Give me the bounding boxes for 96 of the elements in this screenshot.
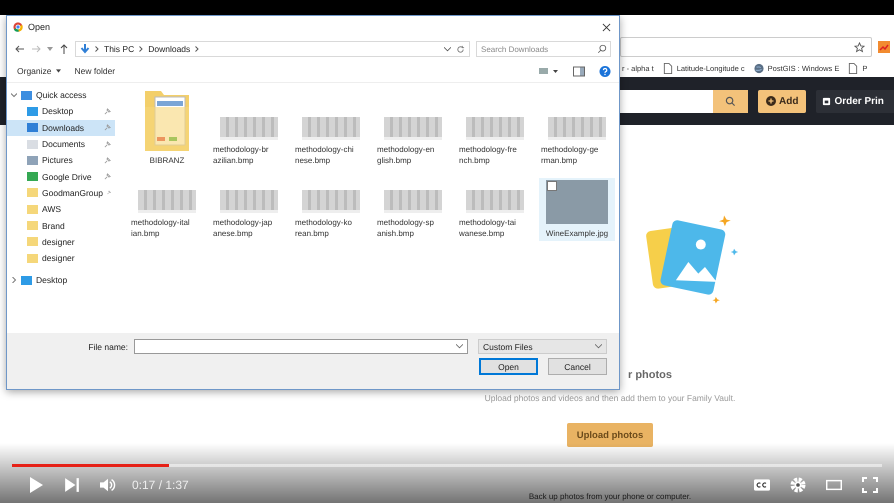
chevron-icon[interactable] <box>95 46 99 52</box>
help-icon[interactable] <box>599 66 611 76</box>
sidebar-item[interactable]: AWS <box>7 201 115 218</box>
thumbnail-image[interactable] <box>466 190 524 213</box>
sidebar-item[interactable]: Pictures <box>7 152 115 168</box>
add-button[interactable]: Add <box>758 90 806 112</box>
caret-icon <box>56 69 60 73</box>
fullscreen-icon[interactable] <box>862 477 878 493</box>
file-name[interactable]: methodology-sp anish.bmp <box>377 217 449 239</box>
thumbnail-image[interactable] <box>220 117 278 140</box>
page-icon <box>662 62 673 74</box>
file-type-dropdown[interactable]: Custom Files <box>478 339 607 354</box>
thumbnail-image[interactable] <box>384 117 442 140</box>
thumbnail-image[interactable] <box>220 190 278 213</box>
page-icon <box>848 62 858 74</box>
close-icon[interactable] <box>602 22 611 32</box>
captions-icon[interactable] <box>754 477 770 493</box>
checkbox[interactable] <box>547 181 557 191</box>
new-folder-button[interactable]: New folder <box>74 66 116 76</box>
forward-arrow-icon[interactable] <box>31 44 41 54</box>
folder-icon <box>27 188 38 198</box>
sidebar-item[interactable]: designer <box>7 234 115 250</box>
folder-icon <box>27 254 38 263</box>
sidebar-item[interactable]: GoodmanGroup <box>7 184 115 202</box>
dialog-title: Open <box>28 22 50 32</box>
refresh-icon[interactable] <box>456 44 465 54</box>
file-name[interactable]: methodology-en glish.bmp <box>377 144 449 166</box>
search-button[interactable] <box>713 90 748 112</box>
back-arrow-icon[interactable] <box>15 44 25 54</box>
search-icon <box>725 96 736 106</box>
play-icon[interactable] <box>28 477 44 493</box>
theater-mode-icon[interactable] <box>826 477 842 493</box>
file-name[interactable]: methodology-ge rman.bmp <box>541 144 613 166</box>
sidebar-item[interactable]: Google Drive <box>7 168 115 185</box>
sidebar-item[interactable]: Desktop <box>7 103 115 120</box>
file-name[interactable]: methodology-br azilian.bmp <box>213 144 285 166</box>
page-heading: r photos <box>628 369 672 381</box>
upload-description: Upload photos and videos and then add them to your Family Vault. <box>484 393 736 403</box>
search-field[interactable]: Search Downloads <box>476 41 611 57</box>
order-prints-button[interactable]: Order Prin <box>816 90 894 112</box>
extension-icon[interactable] <box>878 41 890 53</box>
up-arrow-icon[interactable] <box>59 44 69 54</box>
thumbnail-image[interactable] <box>302 117 360 140</box>
desktop-icon <box>21 276 32 285</box>
print-icon <box>822 96 832 106</box>
chevron-icon[interactable] <box>11 92 17 98</box>
search-field[interactable] <box>620 90 713 112</box>
app-logo-icon <box>13 22 23 32</box>
cancel-button[interactable]: Cancel <box>548 358 607 375</box>
sidebar-item[interactable]: Brand <box>7 217 115 234</box>
sidebar-item[interactable]: designer <box>7 250 115 266</box>
search-icon[interactable] <box>597 44 607 54</box>
volume-icon[interactable] <box>100 477 116 493</box>
chevron-icon[interactable] <box>11 277 17 284</box>
download-arrow-icon <box>80 44 90 54</box>
sidebar-item[interactable]: Desktop <box>7 272 115 289</box>
thumbnail-image[interactable] <box>302 190 360 213</box>
file-name[interactable]: methodology-ko rean.bmp <box>295 217 367 239</box>
address-field[interactable]: This PC Downloads <box>75 41 470 57</box>
file-name[interactable]: methodology-ital ian.bmp <box>131 217 203 239</box>
file-name[interactable]: methodology-chi nese.bmp <box>295 144 367 166</box>
file-name[interactable]: BIBRANZ <box>131 155 203 166</box>
chevron-icon[interactable] <box>139 46 144 52</box>
open-button[interactable]: Open <box>479 358 538 375</box>
thumbnail-image[interactable] <box>138 190 196 213</box>
plus-icon <box>766 96 776 106</box>
thumbnail-image[interactable] <box>384 190 442 213</box>
folder-icon <box>27 237 38 246</box>
thumbnail-image[interactable] <box>466 117 524 140</box>
view-options-icon[interactable] <box>539 66 559 76</box>
chevron-icon[interactable] <box>195 46 200 52</box>
desktop-icon <box>27 106 38 116</box>
sidebar-item[interactable]: Downloads <box>7 120 115 136</box>
globe-icon <box>754 62 764 74</box>
file-name[interactable]: methodology-fre nch.bmp <box>459 144 531 166</box>
file-name-field[interactable] <box>134 339 468 354</box>
preview-pane-icon[interactable] <box>573 66 585 76</box>
video-time: 0:17 / 1:37 <box>132 478 189 492</box>
folder-icon <box>27 221 38 230</box>
caret-icon[interactable] <box>47 47 53 51</box>
upload-photos-button[interactable]: Upload photos <box>566 423 654 447</box>
file-name[interactable]: WineExample.jpg <box>541 228 613 239</box>
sidebar-item[interactable]: Documents <box>7 136 115 152</box>
sidebar-item[interactable]: Quick access <box>7 87 115 104</box>
next-icon[interactable] <box>64 477 80 493</box>
photo-placeholder[interactable] <box>546 180 608 224</box>
file-name-label: File name: <box>88 342 128 352</box>
breadcrumb-item[interactable]: Downloads <box>148 44 190 54</box>
folder-icon <box>27 204 38 214</box>
file-name[interactable]: methodology-tai wanese.bmp <box>459 217 531 239</box>
settings-icon[interactable] <box>790 477 806 493</box>
thumbnail-image[interactable] <box>548 117 606 140</box>
backup-text: Back up photos from your phone or computer. <box>528 492 692 501</box>
file-name[interactable]: methodology-jap anese.bmp <box>213 217 285 239</box>
organize-menu[interactable]: Organize <box>17 66 60 76</box>
breadcrumb-item[interactable]: This PC <box>104 44 134 54</box>
